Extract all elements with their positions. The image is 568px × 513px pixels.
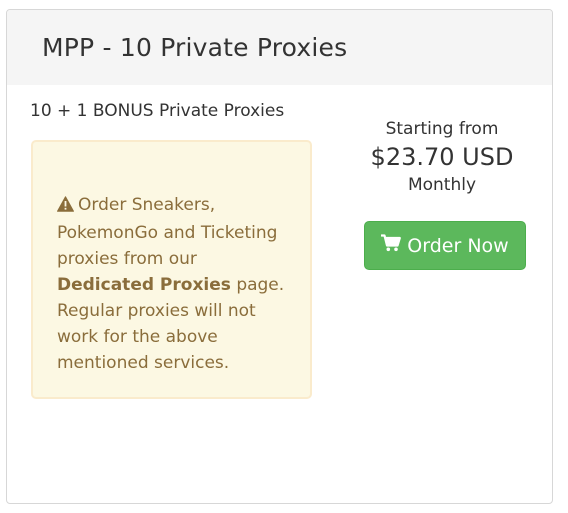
card-header: MPP - 10 Private Proxies — [7, 10, 552, 85]
product-subtitle: 10 + 1 BONUS Private Proxies — [30, 101, 285, 121]
cart-icon — [380, 234, 402, 257]
order-now-button[interactable]: Order Now — [364, 221, 526, 270]
product-card: MPP - 10 Private Proxies 10 + 1 BONUS Pr… — [6, 9, 553, 504]
warning-icon — [57, 194, 74, 220]
dedicated-proxies-link[interactable]: Dedicated Proxies — [57, 275, 231, 295]
billing-period: Monthly — [407, 175, 477, 195]
price-value: $23.70 USD — [370, 143, 514, 171]
warning-notice: Order Sneakers, PokemonGo and Ticketing … — [31, 140, 312, 399]
pricing-block: Starting from $23.70 USD Monthly — [342, 118, 542, 196]
product-title: MPP - 10 Private Proxies — [42, 33, 348, 62]
notice-text-start: Order Sneakers, PokemonGo and Ticketing … — [57, 195, 278, 269]
order-now-label: Order Now — [407, 234, 509, 257]
